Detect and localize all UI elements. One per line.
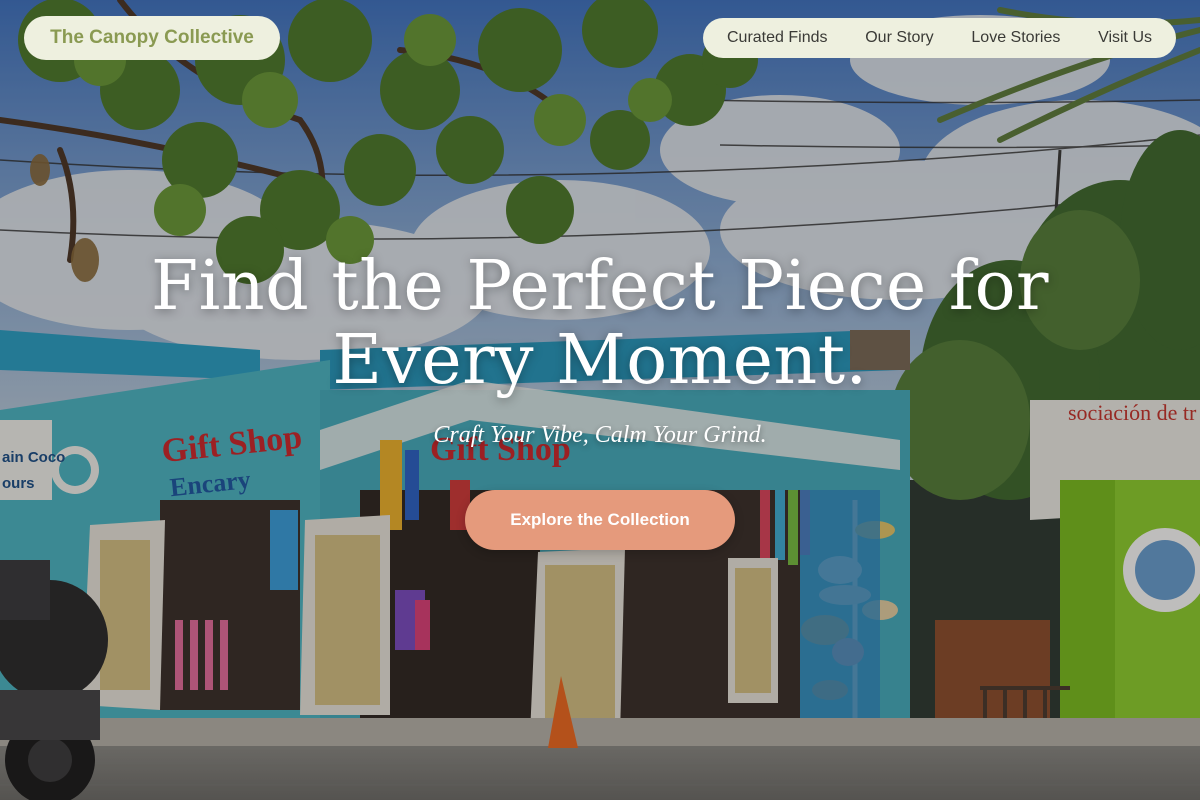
brand-logo-link[interactable]: The Canopy Collective [24,16,280,60]
hero-headline-line1: Find the Perfect Piece for [150,247,1050,326]
nav-link-curated-finds[interactable]: Curated Finds [727,29,828,47]
tour-sign-line1: ain Coco [2,449,65,466]
hero-background-image: ain Coco ours Gift Shop Encary Gift Shop [0,0,1200,800]
main-navigation: Curated Finds Our Story Love Stories Vis… [703,18,1176,58]
hero-tagline: Craft Your Vibe, Calm Your Grind. [433,422,767,448]
hero-section: ain Coco ours Gift Shop Encary Gift Shop [0,0,1200,800]
hero-headline: Find the Perfect Piece for Every Moment. [100,250,1100,398]
kiosk-sign: sociación de tr [1068,400,1197,425]
hero-headline-line2: Every Moment. [332,321,868,400]
nav-link-our-story[interactable]: Our Story [865,29,933,47]
tour-sign-line2: ours [2,475,35,492]
nav-link-visit-us[interactable]: Visit Us [1098,29,1152,47]
nav-link-love-stories[interactable]: Love Stories [971,29,1060,47]
explore-collection-button[interactable]: Explore the Collection [465,490,735,550]
